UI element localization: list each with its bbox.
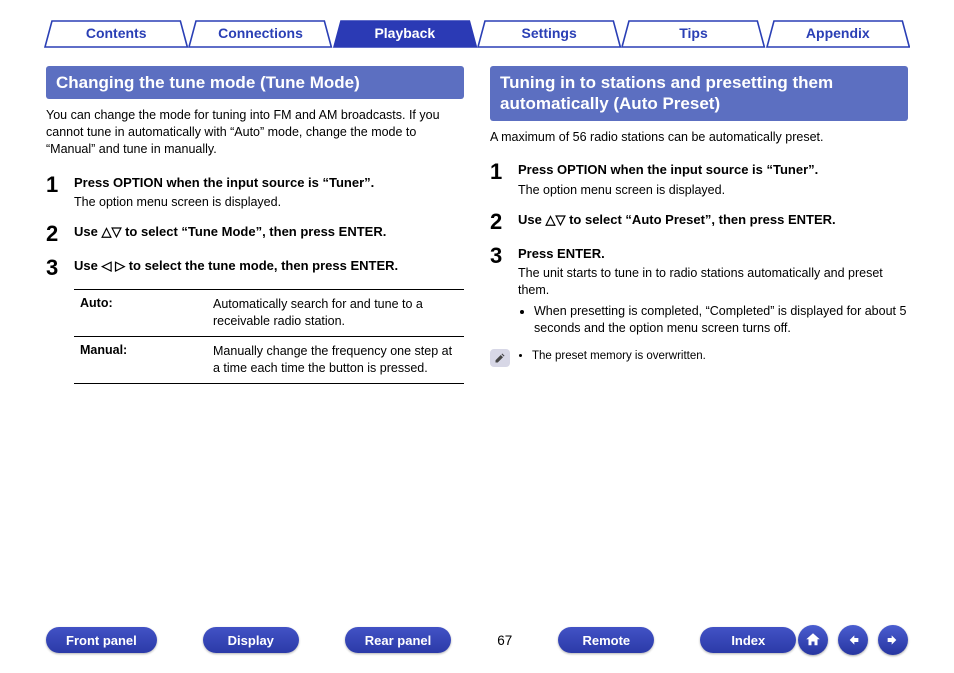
table-cell-val: Automatically search for and tune to a r…	[209, 290, 464, 336]
left-intro: You can change the mode for tuning into …	[46, 107, 464, 158]
tab-tips[interactable]: Tips	[621, 20, 765, 48]
prev-page-icon[interactable]	[838, 625, 868, 655]
step-desc: The option menu screen is displayed.	[518, 182, 908, 199]
step-head: Use △▽ to select “Tune Mode”, then press…	[74, 223, 464, 241]
step-head: Press OPTION when the input source is “T…	[74, 174, 464, 192]
step-desc: The unit starts to tune in to radio stat…	[518, 265, 908, 299]
nav-icons	[798, 625, 908, 655]
tab-settings[interactable]: Settings	[477, 20, 621, 48]
tab-label: Connections	[218, 25, 303, 41]
pencil-icon	[490, 349, 510, 367]
right-intro: A maximum of 56 radio stations can be au…	[490, 129, 908, 146]
tab-connections[interactable]: Connections	[188, 20, 332, 48]
right-step-3: 3 Press ENTER. The unit starts to tune i…	[490, 243, 908, 337]
up-down-icon: △▽	[101, 224, 121, 239]
step-number: 2	[46, 221, 74, 245]
rear-panel-button[interactable]: Rear panel	[345, 627, 451, 653]
step-number: 3	[46, 255, 74, 279]
tab-label: Contents	[86, 25, 147, 41]
right-column: Tuning in to stations and presetting the…	[490, 66, 908, 384]
note: The preset memory is overwritten.	[490, 349, 908, 367]
step-desc: The option menu screen is displayed.	[74, 194, 464, 211]
tune-mode-table: Auto: Automatically search for and tune …	[74, 289, 464, 384]
left-step-3: 3 Use ◁ ▷ to select the tune mode, then …	[46, 255, 464, 279]
step-head: Press OPTION when the input source is “T…	[518, 161, 908, 179]
table-row: Manual: Manually change the frequency on…	[74, 337, 464, 383]
step-number: 3	[490, 243, 518, 337]
left-right-icon: ◁ ▷	[101, 258, 125, 273]
left-column: Changing the tune mode (Tune Mode) You c…	[46, 66, 464, 384]
right-step-1: 1 Press OPTION when the input source is …	[490, 159, 908, 198]
tab-label: Tips	[679, 25, 708, 41]
tab-label: Playback	[374, 25, 435, 41]
step-bullet: When presetting is completed, “Completed…	[534, 303, 908, 337]
step-head: Press ENTER.	[518, 245, 908, 263]
front-panel-button[interactable]: Front panel	[46, 627, 157, 653]
top-tabs: Contents Connections Playback Settings T…	[0, 0, 954, 48]
right-step-2: 2 Use △▽ to select “Auto Preset”, then p…	[490, 209, 908, 233]
page-number: 67	[497, 633, 512, 648]
next-page-icon[interactable]	[878, 625, 908, 655]
step-head: Use △▽ to select “Auto Preset”, then pre…	[518, 211, 908, 229]
tab-contents[interactable]: Contents	[44, 20, 188, 48]
index-button[interactable]: Index	[700, 627, 796, 653]
step-head: Use ◁ ▷ to select the tune mode, then pr…	[74, 257, 464, 275]
up-down-icon: △▽	[545, 212, 565, 227]
step-number: 1	[46, 172, 74, 211]
tab-appendix[interactable]: Appendix	[766, 20, 910, 48]
left-step-2: 2 Use △▽ to select “Tune Mode”, then pre…	[46, 221, 464, 245]
note-text: The preset memory is overwritten.	[518, 349, 706, 365]
tab-label: Settings	[522, 25, 577, 41]
bottom-bar: Front panel Display Rear panel 67 Remote…	[0, 625, 954, 655]
table-row: Auto: Automatically search for and tune …	[74, 290, 464, 337]
table-cell-key: Manual:	[74, 337, 209, 383]
right-section-title: Tuning in to stations and presetting the…	[490, 66, 908, 121]
table-cell-val: Manually change the frequency one step a…	[209, 337, 464, 383]
step-number: 1	[490, 159, 518, 198]
table-cell-key: Auto:	[74, 290, 209, 336]
tab-label: Appendix	[806, 25, 870, 41]
step-number: 2	[490, 209, 518, 233]
display-button[interactable]: Display	[203, 627, 299, 653]
remote-button[interactable]: Remote	[558, 627, 654, 653]
home-icon[interactable]	[798, 625, 828, 655]
content-area: Changing the tune mode (Tune Mode) You c…	[0, 48, 954, 384]
left-section-title: Changing the tune mode (Tune Mode)	[46, 66, 464, 99]
left-step-1: 1 Press OPTION when the input source is …	[46, 172, 464, 211]
tab-playback[interactable]: Playback	[333, 20, 477, 48]
